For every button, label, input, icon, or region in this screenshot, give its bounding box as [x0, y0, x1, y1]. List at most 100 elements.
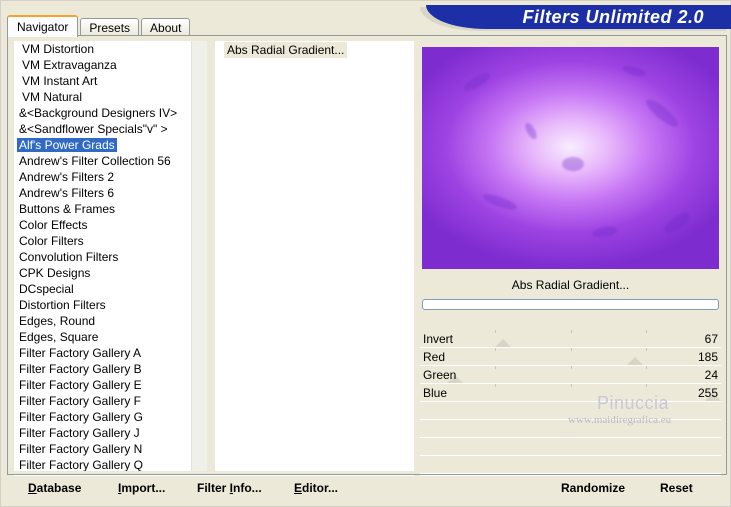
category-item-label: Filter Factory Gallery B	[19, 362, 142, 376]
param-value: 185	[697, 350, 718, 364]
category-item[interactable]: Filter Factory Gallery N	[14, 441, 191, 457]
tab-about[interactable]: About	[141, 18, 191, 36]
category-item[interactable]: Andrew's Filter Collection 56	[14, 153, 191, 169]
category-item-label: VM Distortion	[22, 42, 95, 56]
category-list[interactable]: VM Distortion VM Extravaganza VM Instant A…	[14, 41, 191, 471]
category-item[interactable]: Andrew's Filters 2	[14, 169, 191, 185]
filter-info-button[interactable]: Filter Info...	[197, 481, 262, 495]
watermark-url: www.maidiregrafica.eu	[568, 414, 672, 426]
slider-tick	[571, 366, 572, 369]
tab-presets[interactable]: Presets	[80, 18, 140, 36]
category-item[interactable]: CPK Designs	[14, 265, 191, 281]
randomize-button[interactable]: Randomize	[561, 481, 625, 495]
current-filter-label: Abs Radial Gradient...	[511, 278, 630, 292]
slider-tick	[646, 348, 647, 351]
category-item[interactable]: Convolution Filters	[14, 249, 191, 265]
category-item[interactable]: Filter Factory Gallery B	[14, 361, 191, 377]
category-item[interactable]: VM Extravaganza	[14, 57, 191, 73]
category-item-label: VM Extravaganza	[22, 58, 117, 72]
category-item-label: Edges, Round	[19, 314, 96, 328]
category-item[interactable]: Andrew's Filters 6	[14, 185, 191, 201]
category-item-label: Andrew's Filters 2	[19, 170, 114, 184]
slider-tick	[646, 384, 647, 387]
preview-image	[422, 47, 719, 269]
category-item-label: Filter Factory Gallery N	[19, 442, 143, 456]
database-button[interactable]: Database	[28, 481, 81, 495]
bottom-right-toolbar: Randomize Reset	[420, 475, 721, 501]
param-slider-red[interactable]: Red 185	[420, 348, 721, 366]
category-item[interactable]: DCspecial	[14, 281, 191, 297]
category-item[interactable]: VM Natural	[14, 89, 191, 105]
slider-tick	[646, 330, 647, 333]
slider-thumb[interactable]	[627, 357, 643, 365]
slider-tick	[571, 384, 572, 387]
category-item-label: Filter Factory Gallery F	[19, 394, 142, 408]
category-item-label: Andrew's Filter Collection 56	[19, 154, 171, 168]
slider-tick	[571, 348, 572, 351]
category-item-label: Filter Factory Gallery E	[19, 378, 142, 392]
tab-bar: Navigator Presets About	[7, 14, 192, 37]
category-item-label: DCspecial	[19, 282, 74, 296]
category-item[interactable]: Edges, Square	[14, 329, 191, 345]
category-item[interactable]: &<Background Designers IV>	[14, 105, 191, 121]
category-item-label: Color Effects	[19, 218, 88, 232]
import-button[interactable]: Import...	[118, 481, 165, 495]
param-slider-blue[interactable]: Blue 255	[420, 384, 721, 402]
category-item[interactable]: Distortion Filters	[14, 297, 191, 313]
category-item-label: &<Background Designers IV>	[19, 106, 178, 120]
category-item-label: Distortion Filters	[19, 298, 106, 312]
category-item[interactable]: VM Instant Art	[14, 73, 191, 89]
slider-tick	[646, 366, 647, 369]
category-item[interactable]: &<Sandflower Specials"v" >	[14, 121, 191, 137]
category-item-label: CPK Designs	[19, 266, 91, 280]
title-banner: Filters Unlimited 2.0	[426, 5, 731, 29]
category-item-label: Filter Factory Gallery G	[19, 410, 144, 424]
param-value: 67	[704, 332, 718, 346]
param-label: Green	[423, 368, 457, 382]
filter-list[interactable]: Abs Radial Gradient...	[215, 41, 414, 471]
slider-tick	[571, 330, 572, 333]
slider-tick	[495, 348, 496, 351]
param-label: Blue	[423, 386, 448, 400]
tab-navigator[interactable]: Navigator	[7, 15, 79, 37]
param-slider-invert[interactable]: Invert 67	[420, 330, 721, 348]
category-item[interactable]: Alf's Power Grads	[14, 137, 191, 153]
slider-tick	[495, 330, 496, 333]
category-item-label: Buttons & Frames	[19, 202, 116, 216]
category-item-label: Filter Factory Gallery A	[19, 346, 142, 360]
param-value: 24	[704, 368, 718, 382]
category-item[interactable]: Color Filters	[14, 233, 191, 249]
category-item-label: Alf's Power Grads	[17, 138, 117, 152]
category-item[interactable]: VM Distortion	[14, 41, 191, 57]
slider-thumb[interactable]	[495, 339, 511, 347]
progress-bar	[422, 299, 719, 310]
category-item-label: &<Sandflower Specials"v" >	[19, 122, 168, 136]
category-item[interactable]: Color Effects	[14, 217, 191, 233]
slider-tick	[495, 384, 496, 387]
param-label: Red	[423, 350, 446, 364]
watermark-name: Pinuccia	[597, 393, 670, 413]
reset-button[interactable]: Reset	[660, 481, 693, 495]
category-item[interactable]: Filter Factory Gallery J	[14, 425, 191, 441]
bottom-left-toolbar: Database Import... Filter Info... Editor…	[14, 475, 414, 501]
filter-item-selected[interactable]: Abs Radial Gradient...	[224, 42, 348, 58]
category-item[interactable]: Filter Factory Gallery A	[14, 345, 191, 361]
category-item[interactable]: Filter Factory Gallery G	[14, 409, 191, 425]
category-item[interactable]: Edges, Round	[14, 313, 191, 329]
category-item[interactable]: Buttons & Frames	[14, 201, 191, 217]
category-item[interactable]: Filter Factory Gallery E	[14, 377, 191, 393]
app-title: Filters Unlimited 2.0	[522, 7, 704, 27]
category-item-label: Convolution Filters	[19, 250, 119, 264]
param-slider-green[interactable]: Green 24	[420, 366, 721, 384]
editor-button[interactable]: Editor...	[294, 481, 338, 495]
category-item-label: VM Instant Art	[22, 74, 98, 88]
category-item-label: VM Natural	[22, 90, 83, 104]
category-item-label: Filter Factory Gallery J	[19, 426, 140, 440]
category-scrollbar[interactable]	[191, 41, 207, 471]
empty-param-row	[420, 438, 721, 456]
empty-param-row	[420, 456, 721, 474]
param-value: 255	[697, 386, 718, 400]
category-item[interactable]: Filter Factory Gallery F	[14, 393, 191, 409]
category-item[interactable]: Filter Factory Gallery Q	[14, 457, 191, 471]
param-label: Invert	[423, 332, 454, 346]
